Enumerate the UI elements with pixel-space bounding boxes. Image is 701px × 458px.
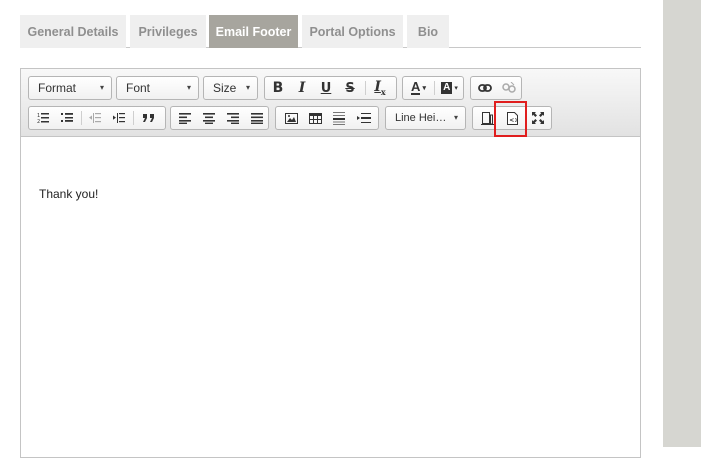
blockquote-button[interactable] xyxy=(136,107,162,129)
size-dropdown-label: Size xyxy=(213,81,237,95)
source-code-icon: <> xyxy=(506,111,518,125)
link-group xyxy=(470,76,522,100)
indent-icon xyxy=(113,113,125,123)
tab-privileges[interactable]: Privileges xyxy=(130,15,206,48)
align-center-icon xyxy=(203,113,215,124)
bulleted-list-button[interactable] xyxy=(56,107,78,129)
line-height-dropdown[interactable]: Line Hei… ▾ xyxy=(385,106,466,130)
text-style-group: B I U S Ix xyxy=(264,76,397,100)
align-left-icon xyxy=(179,113,191,124)
horizontal-rule-icon xyxy=(333,111,345,125)
horizontal-rule-button[interactable] xyxy=(328,107,350,129)
template-button[interactable] xyxy=(476,107,498,129)
image-icon xyxy=(284,112,298,124)
align-group xyxy=(170,106,269,130)
source-code-button[interactable]: <> xyxy=(501,107,523,129)
format-dropdown[interactable]: Format ▾ xyxy=(28,76,112,100)
insert-group xyxy=(275,106,379,130)
size-dropdown[interactable]: Size ▾ xyxy=(203,76,258,100)
format-dropdown-label: Format xyxy=(38,81,77,95)
editor-content[interactable]: Thank you! xyxy=(39,187,98,201)
font-color-icon: A xyxy=(411,79,421,95)
chevron-down-icon: ▾ xyxy=(453,113,458,122)
image-button[interactable] xyxy=(280,107,302,129)
align-center-button[interactable] xyxy=(198,107,220,129)
justify-button[interactable] xyxy=(246,107,268,129)
strikethrough-button[interactable]: S xyxy=(340,77,360,99)
table-icon xyxy=(308,112,322,124)
chevron-down-icon: ▾ xyxy=(245,83,250,92)
bold-icon: B xyxy=(272,80,284,96)
strikethrough-icon: S xyxy=(345,80,355,96)
blockquote-icon xyxy=(143,114,154,122)
underline-button[interactable]: U xyxy=(316,77,336,99)
view-group: <> xyxy=(472,106,552,130)
svg-text:<>: <> xyxy=(509,117,518,124)
svg-text:2: 2 xyxy=(37,119,40,124)
clear-format-button[interactable]: Ix xyxy=(369,77,391,99)
tab-email-footer[interactable]: Email Footer xyxy=(209,15,298,48)
unlink-button[interactable] xyxy=(498,77,520,99)
outdent-button[interactable] xyxy=(84,107,106,129)
rich-text-editor: Format ▾ Font ▾ Size ▾ B I U S Ix A ▾ A … xyxy=(20,68,641,458)
fullscreen-icon xyxy=(532,112,544,124)
indent-button[interactable] xyxy=(108,107,130,129)
font-color-button[interactable]: A ▾ xyxy=(405,77,432,99)
link-icon xyxy=(478,84,492,92)
unlink-icon xyxy=(502,82,516,93)
chevron-down-icon: ▾ xyxy=(99,83,104,92)
font-dropdown-label: Font xyxy=(126,81,151,95)
underline-icon: U xyxy=(320,80,332,96)
tab-portal-options[interactable]: Portal Options xyxy=(302,15,403,48)
line-height-dropdown-label: Line Hei… xyxy=(395,112,447,124)
bulleted-list-icon xyxy=(61,113,73,122)
font-dropdown[interactable]: Font ▾ xyxy=(116,76,199,100)
editor-toolbar: Format ▾ Font ▾ Size ▾ B I U S Ix A ▾ A … xyxy=(21,69,640,137)
profile-tabs: General Details Privileges Email Footer … xyxy=(20,15,641,48)
page-break-icon xyxy=(357,113,371,123)
background-color-icon: A xyxy=(441,82,453,94)
justify-icon xyxy=(251,113,263,124)
color-group: A ▾ A ▾ xyxy=(402,76,464,100)
page-break-button[interactable] xyxy=(352,107,376,129)
bold-button[interactable]: B xyxy=(268,77,288,99)
fullscreen-button[interactable] xyxy=(527,107,549,129)
table-button[interactable] xyxy=(304,107,326,129)
template-icon xyxy=(480,111,494,125)
italic-button[interactable]: I xyxy=(292,77,312,99)
align-left-button[interactable] xyxy=(174,107,196,129)
italic-icon: I xyxy=(298,80,306,96)
align-right-button[interactable] xyxy=(222,107,244,129)
clear-format-icon: Ix xyxy=(374,79,386,97)
align-right-icon xyxy=(227,113,239,124)
outdent-icon xyxy=(89,113,101,123)
tab-bio[interactable]: Bio xyxy=(407,15,449,48)
list-group: 12 xyxy=(28,106,166,130)
right-side-panel xyxy=(663,0,701,447)
chevron-down-icon: ▾ xyxy=(186,83,191,92)
link-button[interactable] xyxy=(474,77,496,99)
numbered-list-button[interactable]: 12 xyxy=(32,107,54,129)
background-color-button[interactable]: A ▾ xyxy=(436,77,463,99)
numbered-list-icon: 12 xyxy=(37,113,49,124)
tab-general-details[interactable]: General Details xyxy=(20,15,126,48)
